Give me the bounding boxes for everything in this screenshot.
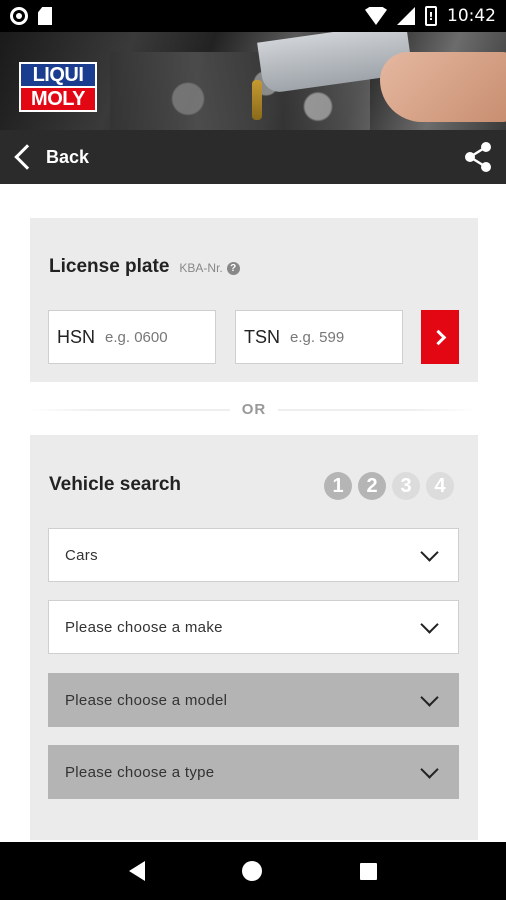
help-icon[interactable]: ? <box>226 261 240 275</box>
type-value: Please choose a type <box>65 763 215 781</box>
submit-plate-button[interactable] <box>421 310 459 364</box>
chevron-right-icon <box>430 329 446 345</box>
vehicle-category-select[interactable]: Cars <box>48 528 459 582</box>
tsn-input[interactable] <box>290 328 380 346</box>
system-home-icon[interactable] <box>242 861 263 881</box>
or-divider: OR <box>30 398 478 420</box>
hsn-field[interactable]: HSN <box>48 310 216 364</box>
license-plate-panel: License plate KBA-Nr. ? HSN TSN <box>30 218 478 382</box>
system-recents-icon[interactable] <box>360 862 378 880</box>
signal-icon <box>397 7 415 25</box>
model-value: Please choose a model <box>65 691 228 709</box>
vehicle-category-value: Cars <box>65 546 98 564</box>
notification-icon <box>10 7 28 25</box>
navigation-bar: Back <box>0 130 506 184</box>
kba-label: KBA-Nr. ? <box>179 261 240 275</box>
vehicle-search-title: Vehicle search <box>49 474 182 495</box>
share-icon[interactable] <box>462 141 494 173</box>
or-text: OR <box>229 400 279 418</box>
hand-image <box>380 52 506 122</box>
system-back-icon[interactable] <box>128 861 145 881</box>
oil-stream-image <box>252 80 262 120</box>
system-navigation-bar <box>0 842 506 900</box>
chevron-down-icon <box>420 542 439 562</box>
status-bar: ! 10:42 <box>0 0 506 32</box>
tsn-field[interactable]: TSN <box>235 310 403 364</box>
logo-line-2: MOLY <box>21 88 95 110</box>
back-button[interactable]: Back <box>46 147 89 168</box>
logo-line-1: LIQUI <box>21 64 95 86</box>
make-value: Please choose a make <box>65 618 223 636</box>
license-plate-title: License plate <box>49 256 170 277</box>
chevron-down-icon <box>420 614 439 634</box>
vehicle-search-panel: Vehicle search 1 2 3 4 Cars Please choos… <box>30 435 478 840</box>
type-select[interactable]: Please choose a type <box>48 745 459 799</box>
step-4: 4 <box>426 472 454 500</box>
hsn-label: HSN <box>57 326 96 347</box>
kba-text: KBA-Nr. <box>179 261 223 275</box>
battery-alert-glyph: ! <box>428 9 434 23</box>
step-3: 3 <box>392 472 420 500</box>
chevron-down-icon <box>420 759 439 779</box>
back-chevron-icon[interactable] <box>14 144 40 170</box>
status-time: 10:42 <box>447 6 496 26</box>
brand-logo: LIQUI MOLY <box>19 62 97 112</box>
hsn-input[interactable] <box>105 328 196 346</box>
step-1: 1 <box>324 472 352 500</box>
tsn-label: TSN <box>244 326 280 347</box>
step-indicator: 1 2 3 4 <box>324 472 454 500</box>
wifi-icon <box>365 7 387 25</box>
step-2: 2 <box>358 472 386 500</box>
sd-card-icon <box>38 7 52 25</box>
battery-icon: ! <box>425 6 437 26</box>
make-select[interactable]: Please choose a make <box>48 600 459 654</box>
model-select[interactable]: Please choose a model <box>48 673 459 727</box>
chevron-down-icon <box>420 687 439 707</box>
